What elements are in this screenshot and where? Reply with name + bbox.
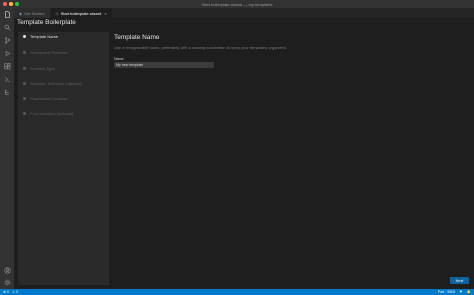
step-indicator-icon	[23, 51, 26, 54]
title-bar: Start boilerplate wizard — my-templates	[0, 0, 474, 8]
step-label: Creation Type	[30, 66, 55, 71]
step-font-selection[interactable]: Font Selection (optional)	[23, 111, 73, 116]
template-name-input[interactable]	[114, 62, 214, 68]
name-field-label: Name	[114, 57, 124, 61]
step-indicator-icon	[23, 35, 26, 38]
step-indicator-icon	[23, 67, 26, 70]
step-label: Selection Selection (optional)	[30, 81, 82, 86]
page-title: Template Boilerplate	[17, 19, 76, 26]
section-title: Template Name	[114, 34, 160, 41]
status-bar: ⊗ 0 ⚠ 0 Port : 5500 ⚑ 🔔	[0, 289, 474, 295]
step-selection[interactable]: Selection Selection (optional)	[23, 81, 82, 86]
extensions-icon[interactable]	[0, 60, 14, 73]
wizard-icon: ◇	[55, 10, 59, 16]
window-controls[interactable]	[3, 2, 19, 6]
step-indicator-icon	[23, 97, 26, 100]
warnings-count: ⚠ 0	[12, 290, 19, 294]
search-icon[interactable]	[0, 21, 14, 34]
feedback-icon[interactable]: ⚑	[459, 290, 462, 294]
step-content: Template Name Use a recognizable name, p…	[114, 32, 454, 68]
vscode-icon: ◈	[19, 10, 23, 16]
maximize-window-icon[interactable]	[15, 2, 19, 6]
status-right: Port : 5500 ⚑ 🔔	[438, 290, 471, 294]
close-icon[interactable]: ×	[104, 11, 106, 16]
tab-label: Get Started	[24, 10, 45, 16]
tree-icon[interactable]	[0, 86, 14, 99]
remote-icon[interactable]	[0, 73, 14, 86]
minimize-window-icon[interactable]	[9, 2, 13, 6]
problems-indicator[interactable]: ⊗ 0 ⚠ 0	[3, 290, 18, 294]
source-control-icon[interactable]	[0, 34, 14, 47]
step-label: Workspace Selection	[30, 50, 68, 55]
step-label: Template Name	[30, 34, 59, 39]
step-workspace-selection[interactable]: Workspace Selection	[23, 50, 68, 55]
close-window-icon[interactable]	[3, 2, 7, 6]
next-button[interactable]: Next	[450, 277, 469, 284]
notifications-icon[interactable]: 🔔	[467, 290, 471, 294]
tab-boilerplate-wizard[interactable]: ◇ Start boilerplate wizard ×	[50, 8, 113, 18]
section-description: Use a recognizable name, preferably with…	[114, 45, 287, 50]
step-label: Font Selection (optional)	[30, 111, 74, 116]
wizard-editor: Template Boilerplate Template Name Works…	[14, 18, 474, 289]
step-creation-type[interactable]: Creation Type	[23, 66, 55, 71]
tab-label: Start boilerplate wizard	[60, 10, 102, 16]
step-label: Placeholder Creation	[30, 96, 68, 101]
step-indicator-icon	[23, 112, 26, 115]
steps-panel: Template Name Workspace Selection Creati…	[18, 32, 109, 285]
errors-count: ⊗ 0	[3, 290, 10, 294]
step-template-name[interactable]: Template Name	[23, 34, 58, 39]
tab-get-started[interactable]: ◈ Get Started	[14, 8, 51, 18]
port-status[interactable]: Port : 5500	[438, 290, 456, 294]
window-title: Start boilerplate wizard — my-templates	[201, 1, 273, 7]
step-placeholder-creation[interactable]: Placeholder Creation	[23, 96, 67, 101]
gear-icon[interactable]	[0, 276, 14, 289]
tab-bar: ◈ Get Started ◇ Start boilerplate wizard…	[14, 8, 474, 18]
step-indicator-icon	[23, 82, 26, 85]
run-debug-icon[interactable]	[0, 47, 14, 60]
explorer-icon[interactable]	[0, 8, 14, 21]
activity-bar	[0, 8, 14, 289]
